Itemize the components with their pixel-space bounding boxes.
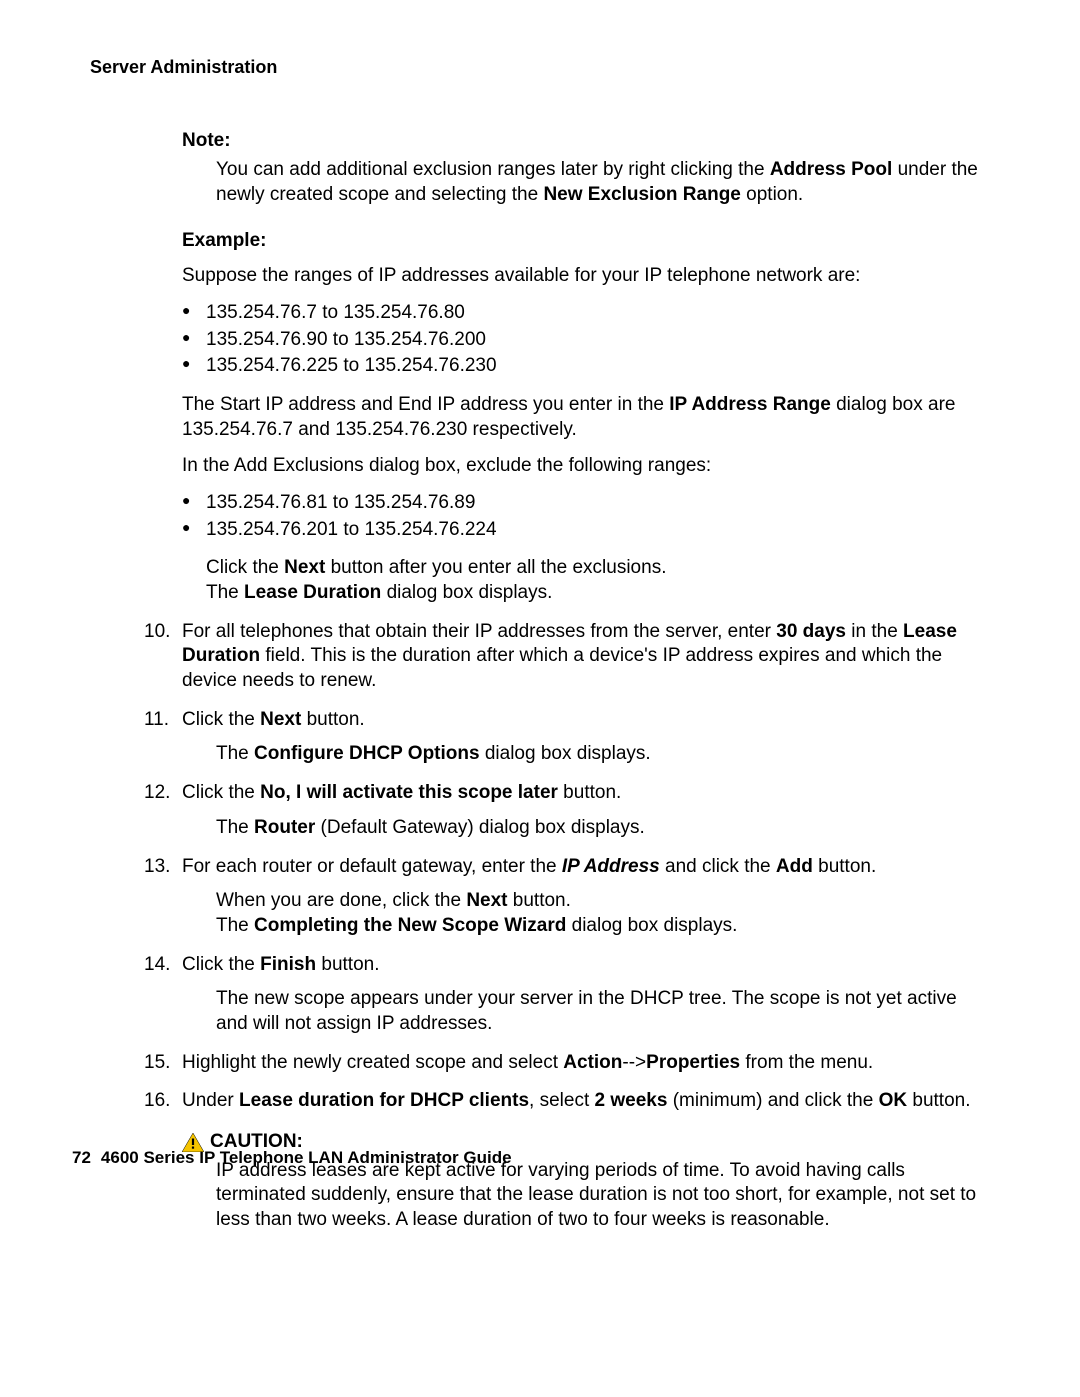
- lease-duration-ref: Lease Duration: [244, 582, 381, 603]
- ip-range-list: 135.254.76.7 to 135.254.76.80 135.254.76…: [182, 301, 990, 379]
- list-item: 135.254.76.81 to 135.254.76.89: [182, 491, 990, 516]
- lease-duration-clients: Lease duration for DHCP clients: [239, 1090, 529, 1111]
- next-button-ref: Next: [260, 709, 301, 730]
- activate-later: No, I will activate this scope later: [260, 782, 558, 803]
- step-10: 10. For all telephones that obtain their…: [144, 620, 990, 694]
- step-11-sub: The Configure DHCP Options dialog box di…: [216, 742, 990, 767]
- text: button.: [508, 890, 571, 911]
- properties-menu: Properties: [646, 1052, 740, 1073]
- step-number: 14.: [144, 953, 170, 978]
- caution-body: IP address leases are kept active for va…: [216, 1159, 990, 1233]
- text: The: [216, 743, 254, 764]
- text: Click the: [206, 557, 284, 578]
- step-number: 12.: [144, 781, 170, 806]
- address-pool: Address Pool: [770, 159, 892, 180]
- add-button-ref: Add: [776, 856, 813, 877]
- list-item: 135.254.76.201 to 135.254.76.224: [182, 518, 990, 543]
- text: button.: [301, 709, 364, 730]
- page-footer: 72 4600 Series IP Telephone LAN Administr…: [72, 1147, 512, 1169]
- footer-title: 4600 Series IP Telephone LAN Administrat…: [101, 1148, 512, 1167]
- text: Highlight the newly created scope and se…: [182, 1052, 563, 1073]
- thirty-days: 30 days: [776, 621, 846, 642]
- example-intro: Suppose the ranges of IP addresses avail…: [182, 264, 990, 289]
- note-block: Note: You can add additional exclusion r…: [182, 129, 990, 207]
- text: When you are done, click the: [216, 890, 466, 911]
- note-body: You can add additional exclusion ranges …: [216, 158, 990, 207]
- text: button.: [316, 954, 379, 975]
- text: For each router or default gateway, ente…: [182, 856, 562, 877]
- step-13: 13. For each router or default gateway, …: [144, 855, 990, 880]
- step-11: 11. Click the Next button.: [144, 708, 990, 733]
- example-label: Example:: [182, 229, 990, 254]
- text: , select: [529, 1090, 594, 1111]
- completing-wizard: Completing the New Scope Wizard: [254, 915, 566, 936]
- start-end-para: The Start IP address and End IP address …: [182, 393, 990, 442]
- text: -->: [622, 1052, 646, 1073]
- example-label-row: Example:: [182, 229, 990, 254]
- step-13-sub: When you are done, click the Next button…: [216, 889, 990, 938]
- text: button.: [813, 856, 876, 877]
- step-14-sub: The new scope appears under your server …: [216, 987, 990, 1036]
- list-item: 135.254.76.225 to 135.254.76.230: [182, 354, 990, 379]
- step-number: 13.: [144, 855, 170, 880]
- after-exclusions: Click the Next button after you enter al…: [206, 556, 990, 605]
- text: option.: [741, 184, 803, 205]
- text: button after you enter all the exclusion…: [325, 557, 666, 578]
- ip-address-range: IP Address Range: [669, 394, 831, 415]
- next-button-ref: Next: [284, 557, 325, 578]
- step-number: 16.: [144, 1089, 170, 1114]
- action-menu: Action: [563, 1052, 622, 1073]
- exclude-list: 135.254.76.81 to 135.254.76.89 135.254.7…: [182, 491, 990, 542]
- step-15: 15. Highlight the newly created scope an…: [144, 1051, 990, 1076]
- text: dialog box displays.: [381, 582, 552, 603]
- step-number: 11.: [144, 708, 169, 733]
- text: from the menu.: [740, 1052, 873, 1073]
- configure-dhcp-options: Configure DHCP Options: [254, 743, 480, 764]
- router-dialog: Router: [254, 817, 315, 838]
- step-number: 10.: [144, 620, 170, 645]
- text: The: [216, 817, 254, 838]
- ip-address-field: IP Address: [562, 856, 660, 877]
- list-item: 135.254.76.7 to 135.254.76.80: [182, 301, 990, 326]
- text: The Start IP address and End IP address …: [182, 394, 669, 415]
- text: field. This is the duration after which …: [182, 645, 942, 691]
- text: (minimum) and click the: [667, 1090, 878, 1111]
- text: in the: [846, 621, 903, 642]
- page-number: 72: [72, 1147, 91, 1169]
- text: For all telephones that obtain their IP …: [182, 621, 776, 642]
- list-item: 135.254.76.90 to 135.254.76.200: [182, 328, 990, 353]
- text: You can add additional exclusion ranges …: [216, 159, 770, 180]
- two-weeks: 2 weeks: [595, 1090, 668, 1111]
- text: Click the: [182, 709, 260, 730]
- text: dialog box displays.: [566, 915, 737, 936]
- step-12: 12. Click the No, I will activate this s…: [144, 781, 990, 806]
- text: dialog box displays.: [480, 743, 651, 764]
- section-header: Server Administration: [90, 56, 990, 79]
- step-number: 15.: [144, 1051, 170, 1076]
- caution-block: CAUTION: IP address leases are kept acti…: [182, 1130, 990, 1233]
- ok-button-ref: OK: [879, 1090, 908, 1111]
- step-12-sub: The Router (Default Gateway) dialog box …: [216, 816, 990, 841]
- text: and click the: [660, 856, 776, 877]
- text: button.: [558, 782, 621, 803]
- text: Click the: [182, 954, 260, 975]
- text: The: [206, 582, 244, 603]
- step-14: 14. Click the Finish button.: [144, 953, 990, 978]
- text: (Default Gateway) dialog box displays.: [315, 817, 645, 838]
- next-button-ref: Next: [466, 890, 507, 911]
- text: button.: [907, 1090, 970, 1111]
- text: Under: [182, 1090, 239, 1111]
- new-exclusion-range: New Exclusion Range: [543, 184, 740, 205]
- note-label: Note:: [182, 129, 990, 154]
- finish-button-ref: Finish: [260, 954, 316, 975]
- exclude-intro: In the Add Exclusions dialog box, exclud…: [182, 454, 990, 479]
- text: The: [216, 915, 254, 936]
- text: Click the: [182, 782, 260, 803]
- step-16: 16. Under Lease duration for DHCP client…: [144, 1089, 990, 1114]
